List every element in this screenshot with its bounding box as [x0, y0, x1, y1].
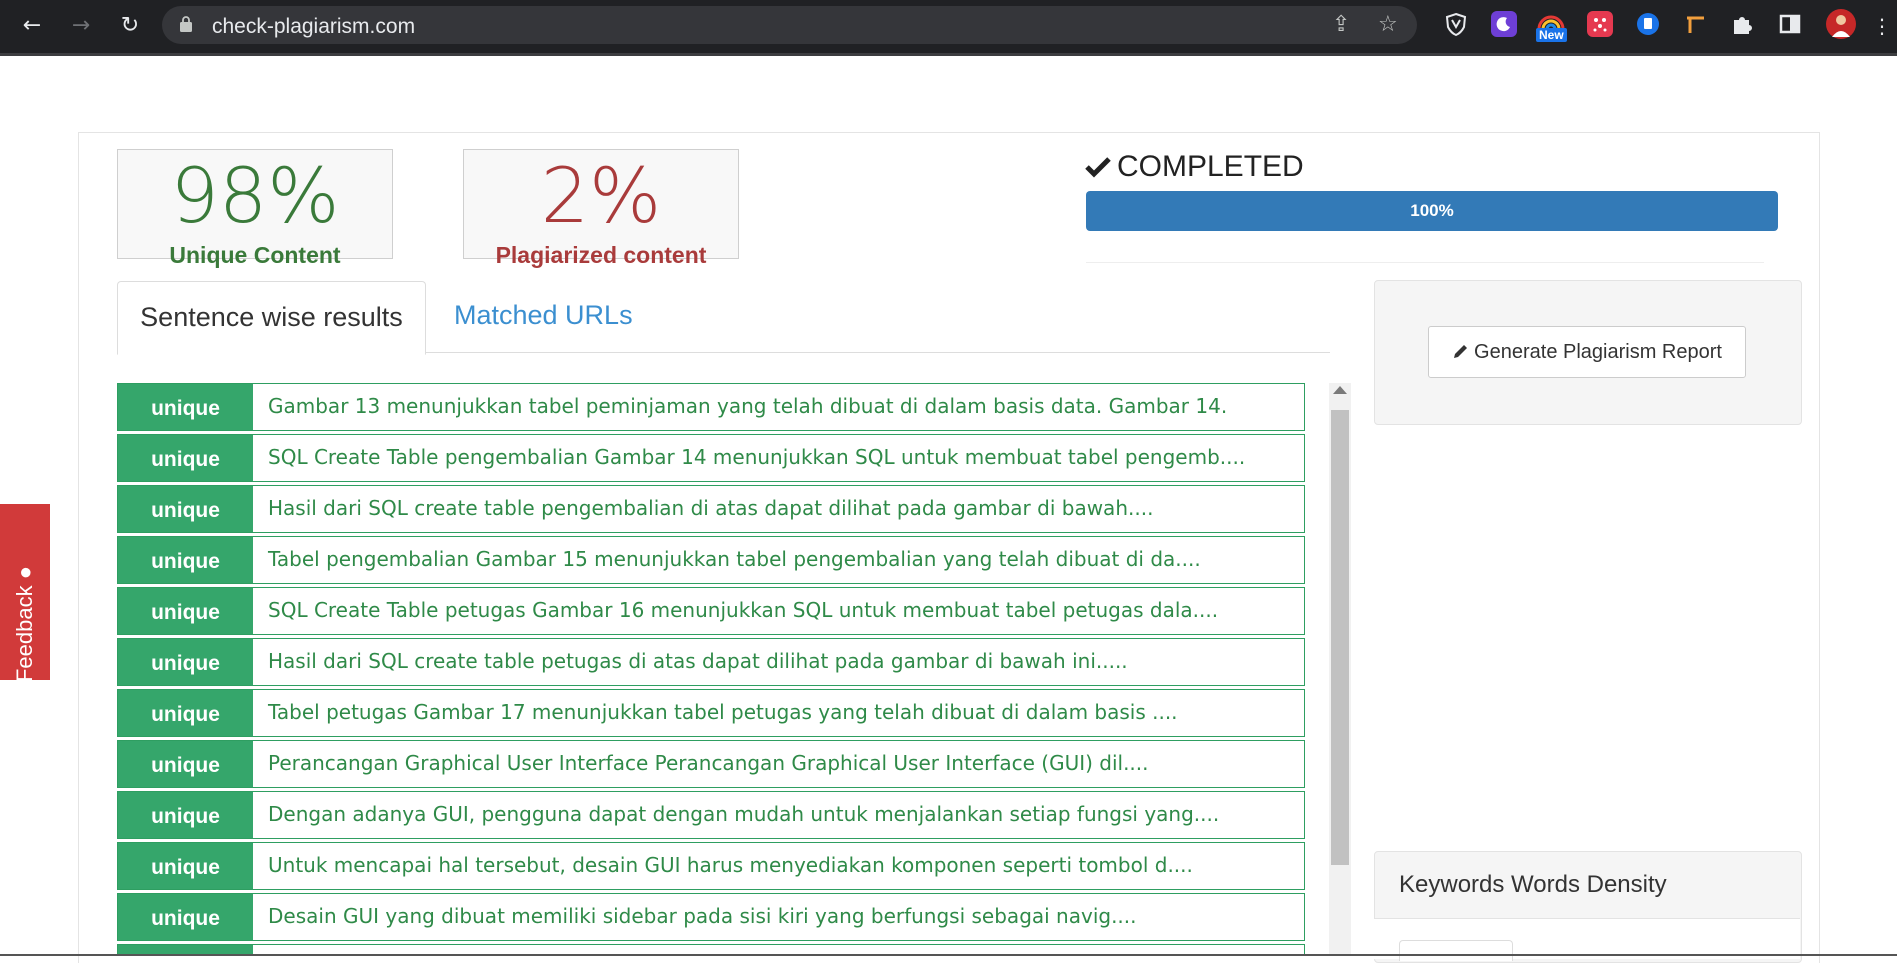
result-sentence: Hasil dari SQL create table pengembalian…: [268, 496, 1154, 520]
profile-avatar[interactable]: [1826, 9, 1856, 39]
status-badge: unique: [118, 894, 253, 940]
chat-bubble-icon: ●: [12, 565, 37, 580]
url-text[interactable]: check-plagiarism.com: [212, 15, 415, 39]
shield-extension-icon[interactable]: [1443, 11, 1469, 37]
status-heading: COMPLETED: [1085, 150, 1304, 184]
plagiarized-percentage: 2%: [540, 151, 662, 240]
scroll-up-arrow-icon[interactable]: [1333, 386, 1347, 394]
result-row[interactable]: unique SQL Create Table pengembalian Gamb…: [117, 434, 1305, 482]
feedback-tab[interactable]: Feedback ●: [0, 504, 50, 683]
moon-extension-icon[interactable]: [1491, 11, 1517, 37]
puzzle-extensions-icon[interactable]: [1729, 11, 1755, 37]
status-badge: unique: [118, 588, 253, 634]
progress-bar: 100%: [1086, 191, 1778, 231]
share-icon[interactable]: ⇪: [1332, 12, 1350, 37]
result-sentence: Dengan adanya GUI, pengguna dapat dengan…: [268, 802, 1220, 826]
generate-report-button[interactable]: Generate Plagiarism Report: [1428, 326, 1746, 378]
tab-sentence-wise-results[interactable]: Sentence wise results: [117, 281, 426, 355]
tool-extension-icon[interactable]: [1682, 11, 1708, 37]
status-badge: unique: [118, 537, 253, 583]
result-sentence: SQL Create Table pengembalian Gambar 14 …: [268, 445, 1246, 469]
unique-percentage: 98%: [170, 151, 340, 240]
result-sentence: Tabel petugas Gambar 17 menunjukkan tabe…: [268, 700, 1178, 724]
status-badge: unique: [118, 435, 253, 481]
generate-report-label: Generate Plagiarism Report: [1474, 341, 1722, 363]
tab-matched-urls[interactable]: Matched URLs: [454, 300, 633, 331]
result-row[interactable]: unique SQL Create Table petugas Gambar 16…: [117, 587, 1305, 635]
pencil-icon: [1454, 345, 1468, 358]
result-row[interactable]: unique Hasil dari SQL create table pengem…: [117, 485, 1305, 533]
sentence-results-list: unique Gambar 13 menunjukkan tabel peminj…: [117, 383, 1305, 956]
plagiarized-score-box: 2% Plagiarized content: [463, 149, 739, 268]
result-row[interactable]: unique Untuk mencapai hal tersebut, desai…: [117, 842, 1305, 890]
document-extension-icon[interactable]: [1635, 11, 1661, 37]
side-panel-icon[interactable]: [1777, 11, 1803, 37]
result-row[interactable]: unique Gambar 13 menunjukkan tabel peminj…: [117, 383, 1305, 431]
divider: [1086, 262, 1764, 263]
result-row[interactable]: unique Desain GUI yang dibuat memiliki si…: [117, 893, 1305, 941]
result-sentence: Hasil dari SQL create table petugas di a…: [268, 649, 1128, 673]
result-sentence: Tabel pengembalian Gambar 15 menunjukkan…: [268, 547, 1201, 571]
back-icon[interactable]: ←: [18, 12, 46, 40]
result-sentence: SQL Create Table petugas Gambar 16 menun…: [268, 598, 1219, 622]
status-label: COMPLETED: [1117, 150, 1304, 183]
status-badge: unique: [118, 741, 253, 787]
plagiarized-label: Plagiarized content: [495, 242, 707, 268]
keywords-tab[interactable]: [1399, 940, 1513, 961]
result-sentence: Desain GUI yang dibuat memiliki sidebar …: [268, 904, 1137, 928]
rainbow-extension-icon[interactable]: New: [1536, 11, 1567, 42]
browser-toolbar: ← → ↻ check-plagiarism.com ⇪ ☆ New ⋮: [0, 0, 1897, 53]
reload-icon[interactable]: ↻: [116, 12, 144, 40]
scrollbar-thumb[interactable]: [1331, 410, 1349, 865]
status-badge: unique: [118, 843, 253, 889]
bookmark-star-icon[interactable]: ☆: [1378, 12, 1398, 37]
result-sentence: Perancangan Graphical User Interface Per…: [268, 751, 1149, 775]
unique-score-box: 98% Unique Content: [117, 149, 393, 268]
result-row[interactable]: unique Tabel petugas Gambar 17 menunjukka…: [117, 689, 1305, 737]
result-sentence: Untuk mencapai hal tersebut, desain GUI …: [268, 853, 1193, 877]
toolbar-divider: [0, 53, 1897, 56]
status-badge: unique: [118, 690, 253, 736]
status-badge: unique: [118, 384, 253, 430]
feedback-label: Feedback ●: [12, 565, 37, 683]
address-bar[interactable]: check-plagiarism.com ⇪ ☆: [162, 6, 1417, 44]
keywords-density-title: Keywords Words Density: [1399, 871, 1667, 898]
lock-icon: [180, 16, 192, 32]
star-extension-icon[interactable]: [1587, 11, 1613, 37]
result-row[interactable]: unique Tabel pengembalian Gambar 15 menun…: [117, 536, 1305, 584]
status-badge: unique: [118, 792, 253, 838]
unique-label: Unique Content: [169, 242, 341, 268]
status-badge: unique: [118, 486, 253, 532]
progress-text: 100%: [1410, 201, 1454, 220]
result-row[interactable]: unique Perancangan Graphical User Interfa…: [117, 740, 1305, 788]
result-sentence: Gambar 13 menunjukkan tabel peminjaman y…: [268, 394, 1228, 418]
checkmark-icon: [1085, 157, 1111, 178]
forward-icon[interactable]: →: [67, 12, 95, 40]
result-row[interactable]: unique Hasil dari SQL create table petuga…: [117, 638, 1305, 686]
status-badge: unique: [118, 639, 253, 685]
browser-menu-icon[interactable]: ⋮: [1868, 12, 1896, 40]
new-badge: New: [1536, 28, 1567, 42]
result-row[interactable]: unique Dengan adanya GUI, pengguna dapat …: [117, 791, 1305, 839]
